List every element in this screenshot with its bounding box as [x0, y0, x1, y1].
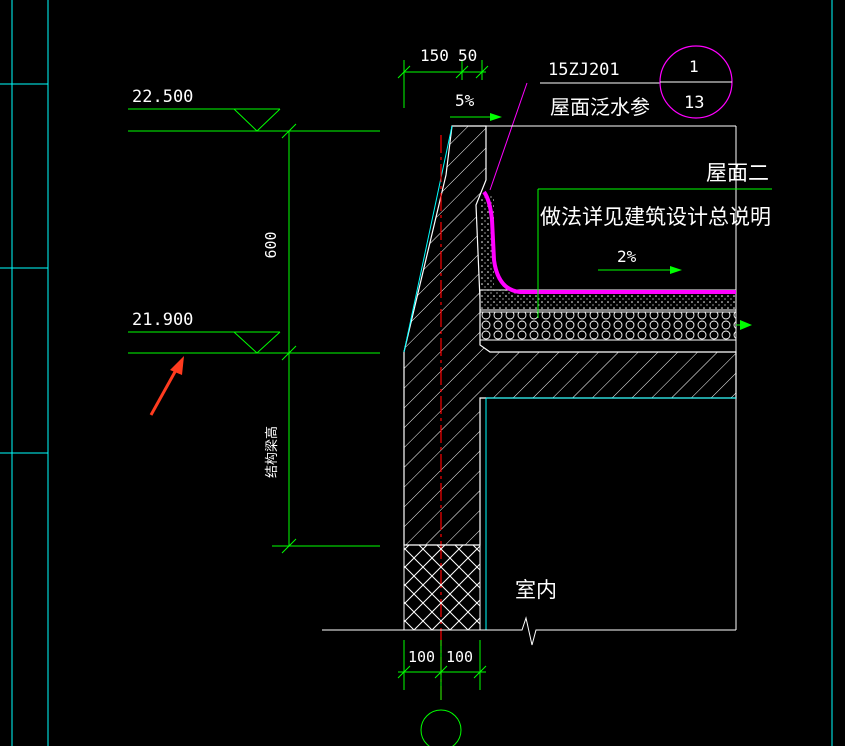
reference-title: 屋面泛水参	[550, 95, 650, 119]
insulation-layer	[479, 311, 737, 341]
roof-arrow-right	[736, 320, 752, 330]
reference-leader	[489, 82, 528, 191]
annotation-arrow	[149, 356, 184, 416]
dimension-150: 150	[420, 46, 449, 65]
slope-coping-arrow	[450, 113, 502, 121]
slope-coping: 5%	[455, 91, 475, 110]
dimension-100-right: 100	[446, 648, 473, 666]
slope-roof: 2%	[617, 247, 637, 266]
top-dimension	[397, 60, 489, 108]
axis-bubble	[420, 709, 462, 746]
dimension-beam-height: 结构梁高	[264, 426, 280, 478]
reference-atlas: 15ZJ201	[548, 60, 620, 80]
note-method: 做法详见建筑设计总说明	[540, 205, 771, 229]
elevation-marker-mid	[128, 331, 380, 354]
note-indoor: 室内	[515, 578, 557, 602]
masonry-wall	[403, 544, 481, 631]
dimension-50: 50	[458, 46, 477, 65]
slope-roof-arrow	[598, 266, 682, 274]
dimension-100-left: 100	[408, 648, 435, 666]
reference-sheet-number: 13	[684, 93, 704, 113]
reference-detail-number: 1	[689, 57, 699, 76]
vertical-dimension	[272, 123, 380, 554]
note-roof-type: 屋面二	[706, 161, 769, 185]
dimension-600: 600	[262, 231, 280, 258]
elevation-label-top: 22.500	[132, 87, 193, 107]
floor-break-line	[322, 616, 736, 646]
elevation-marker-top	[128, 108, 380, 132]
elevation-label-mid: 21.900	[132, 310, 193, 330]
cad-drawing-canvas: 22.500 21.900 600 结构梁高 150 50 5% 15ZJ201	[0, 0, 833, 746]
